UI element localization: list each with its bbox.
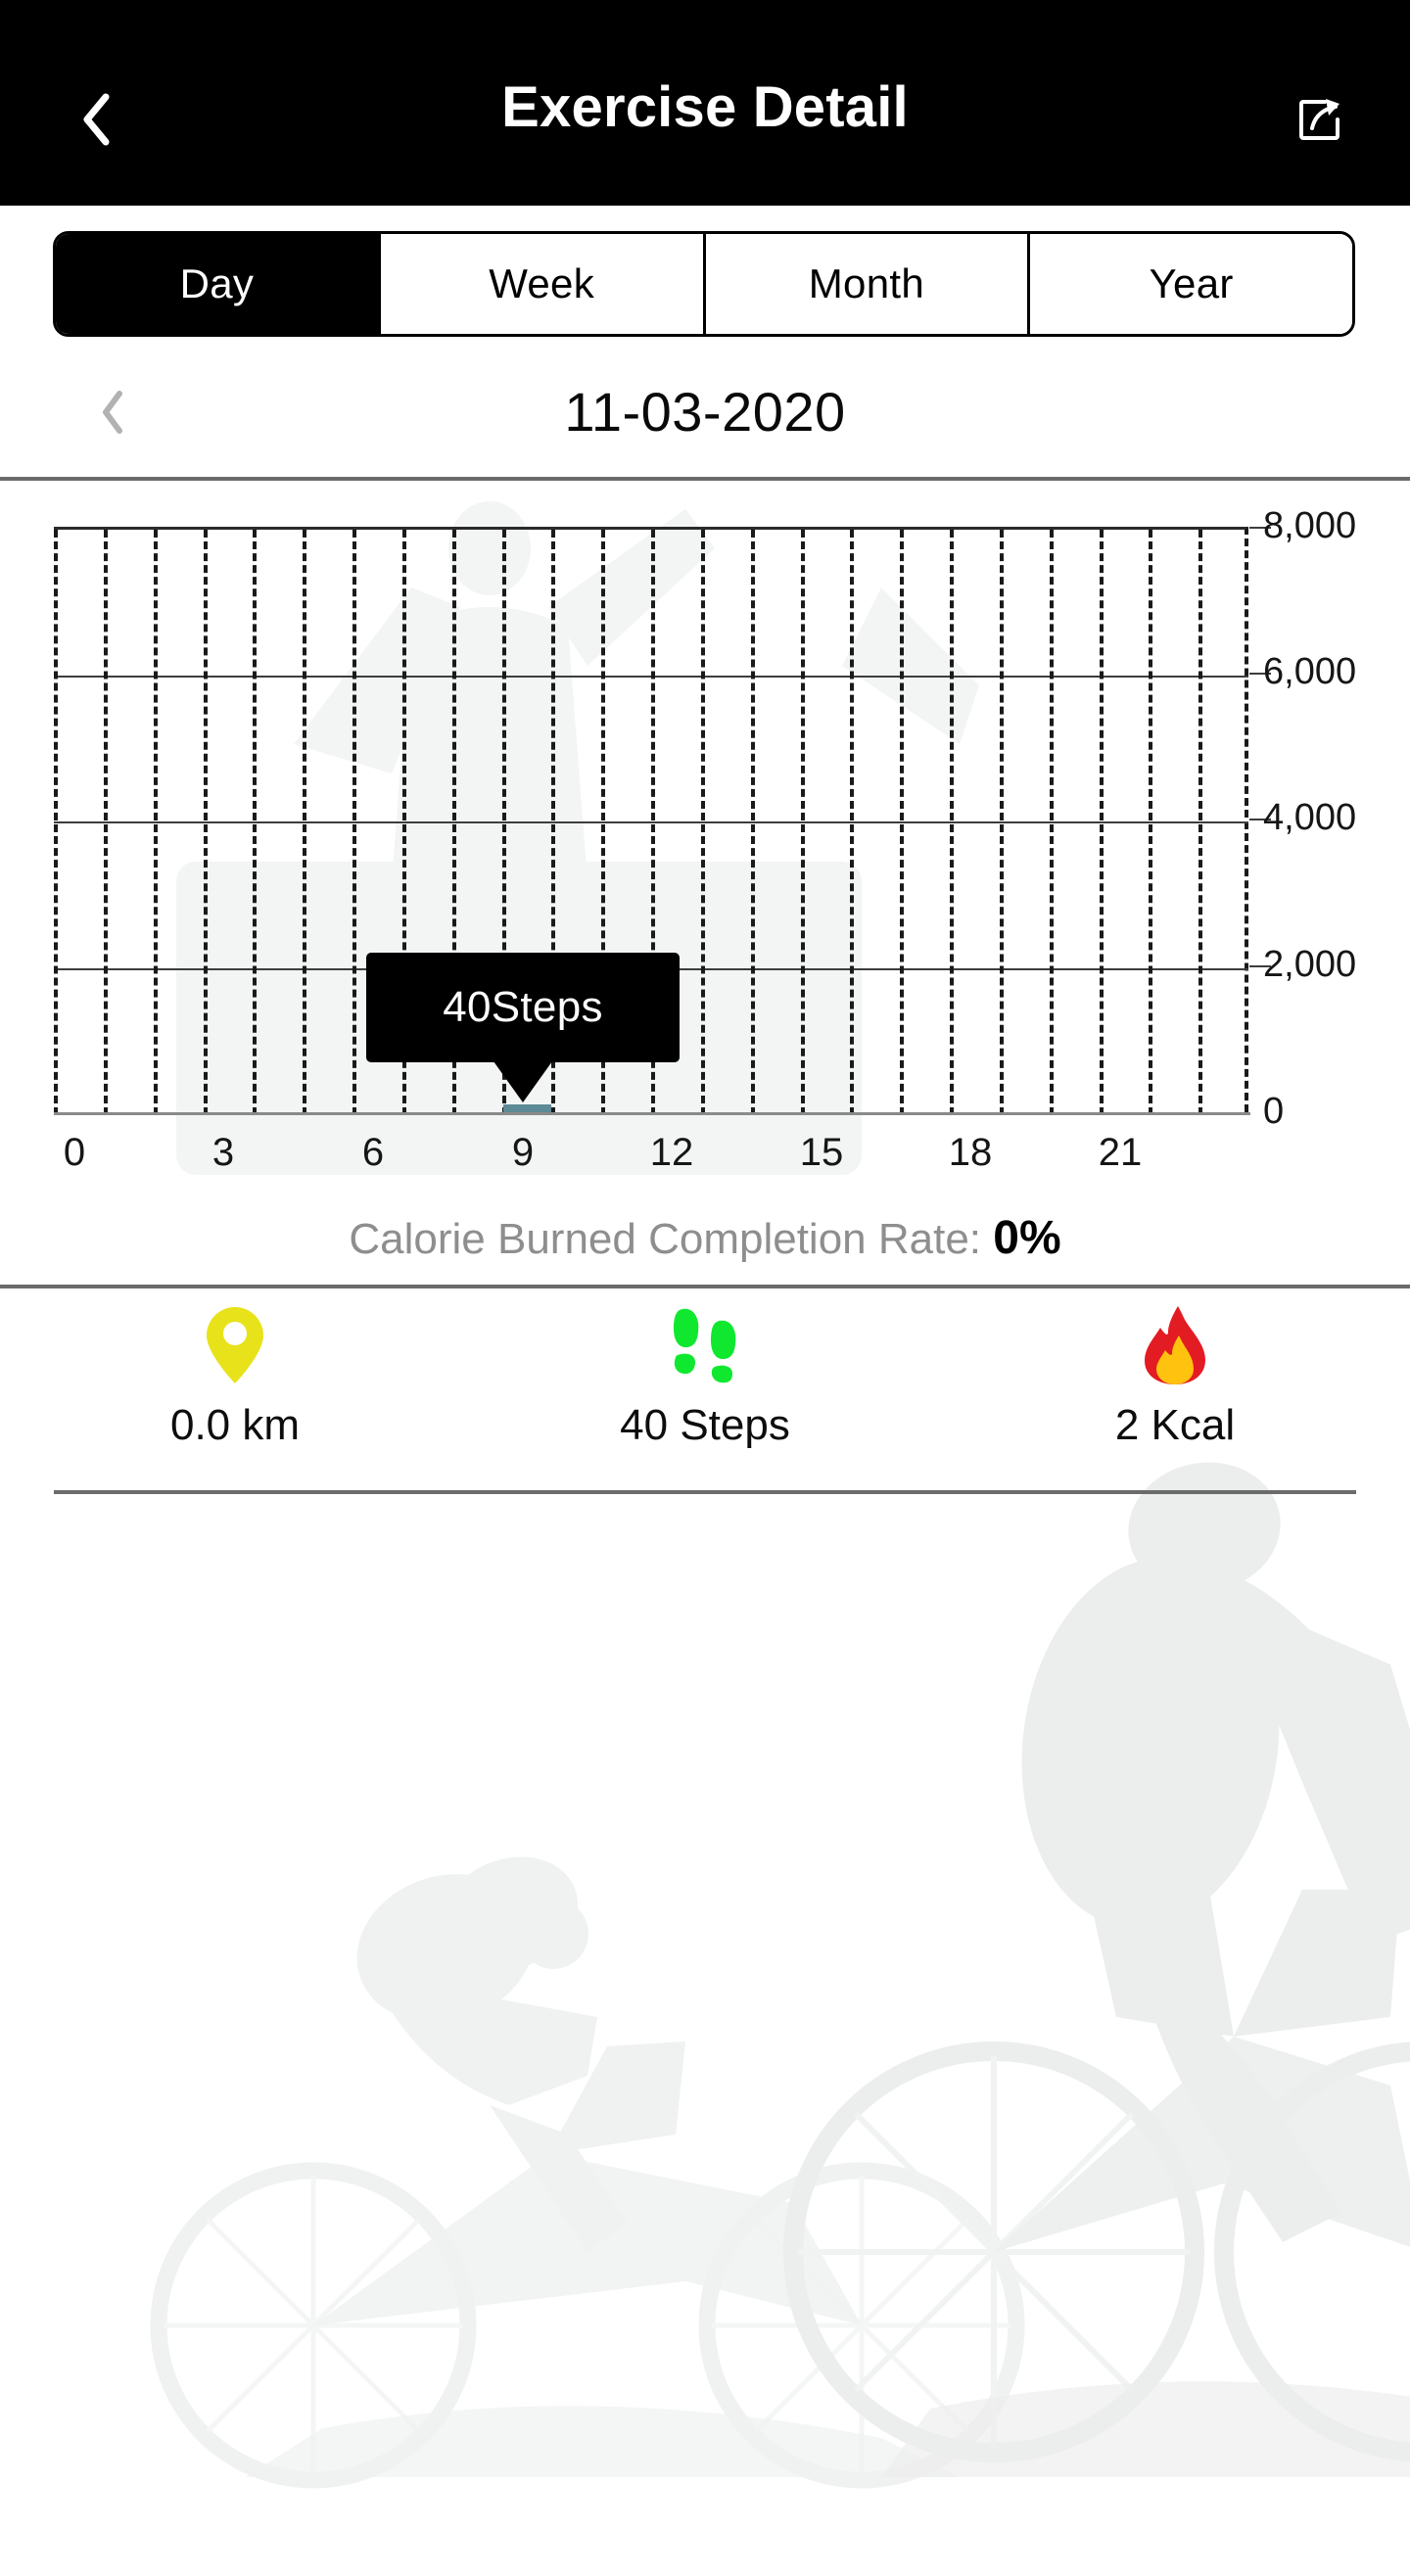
- divider-above-chart: [0, 477, 1410, 481]
- chart-tooltip[interactable]: 40Steps: [366, 953, 680, 1062]
- gridline-x: [900, 530, 904, 1115]
- ytick-label-6000: 6,000: [1263, 651, 1357, 692]
- gridline-x: [701, 530, 705, 1115]
- gridline-x: [253, 530, 257, 1115]
- x-axis-line: [54, 1112, 1250, 1115]
- page-title: Exercise Detail: [501, 75, 909, 139]
- date-navigator: 11-03-2020: [0, 349, 1410, 474]
- gridline-x: [54, 530, 58, 1115]
- tab-month[interactable]: Month: [705, 234, 1031, 334]
- gridline-x: [104, 530, 108, 1115]
- gridline-x: [751, 530, 755, 1115]
- gridline-x: [1198, 530, 1202, 1115]
- bar-hour-9[interactable]: [503, 1104, 551, 1112]
- gridline-x: [850, 530, 854, 1115]
- stat-calories-value: 2 Kcal: [1114, 1401, 1236, 1449]
- chart-tooltip-pointer: [494, 1061, 552, 1102]
- share-button[interactable]: [1281, 80, 1359, 159]
- calorie-rate-value: 0%: [993, 1212, 1061, 1264]
- summary-stats-row: 0.0 km 40 Steps 2 Kcal: [0, 1302, 1410, 1478]
- gridline-x: [1000, 530, 1004, 1115]
- tab-year[interactable]: Year: [1030, 234, 1352, 334]
- stat-distance[interactable]: 0.0 km: [0, 1302, 470, 1478]
- stat-distance-value: 0.0 km: [169, 1401, 301, 1449]
- xtick-label-21: 21: [1098, 1131, 1143, 1174]
- ytick-label-8000: 8,000: [1263, 505, 1357, 546]
- xtick-label-9: 9: [511, 1131, 535, 1174]
- gridline-x: [801, 530, 805, 1115]
- gridline-x: [352, 530, 356, 1115]
- calorie-completion-rate: Calorie Burned Completion Rate: 0%: [0, 1204, 1410, 1273]
- steps-chart[interactable]: 8,000 6,000 4,000 2,000 0 0 3 6 9 12 15 …: [0, 490, 1410, 1194]
- ytick-label-0: 0: [1263, 1091, 1285, 1132]
- xtick-label-3: 3: [212, 1131, 235, 1174]
- xtick-label-0: 0: [63, 1131, 86, 1174]
- gridline-x: [204, 530, 208, 1115]
- gridline-x: [950, 530, 954, 1115]
- divider-below-stats: [54, 1490, 1356, 1494]
- xtick-label-12: 12: [649, 1131, 694, 1174]
- gridline-x: [1149, 530, 1152, 1115]
- tab-week[interactable]: Week: [380, 234, 706, 334]
- period-segmented-control[interactable]: Day Week Month Year: [53, 231, 1355, 337]
- divider-above-stats: [0, 1285, 1410, 1288]
- gridline-x: [1050, 530, 1054, 1115]
- stat-steps-value: 40 Steps: [620, 1401, 790, 1449]
- footsteps-icon: [669, 1302, 741, 1388]
- xtick-label-15: 15: [799, 1131, 844, 1174]
- ytick-label-2000: 2,000: [1263, 944, 1357, 985]
- xtick-label-18: 18: [948, 1131, 993, 1174]
- app-header: Exercise Detail: [0, 0, 1410, 206]
- xtick-label-6: 6: [361, 1131, 385, 1174]
- share-icon: [1299, 99, 1340, 140]
- flame-icon: [1139, 1302, 1211, 1388]
- tab-day[interactable]: Day: [56, 234, 381, 334]
- location-pin-icon: [205, 1302, 265, 1388]
- gridline-x: [303, 530, 306, 1115]
- gridline-x: [1100, 530, 1104, 1115]
- calorie-rate-label: Calorie Burned Completion Rate:: [349, 1215, 982, 1263]
- stat-calories[interactable]: 2 Kcal: [940, 1302, 1410, 1478]
- stat-steps[interactable]: 40 Steps: [470, 1302, 940, 1478]
- gridline-x: [154, 530, 158, 1115]
- ytick-label-4000: 4,000: [1263, 797, 1357, 838]
- current-date-label: 11-03-2020: [564, 381, 846, 443]
